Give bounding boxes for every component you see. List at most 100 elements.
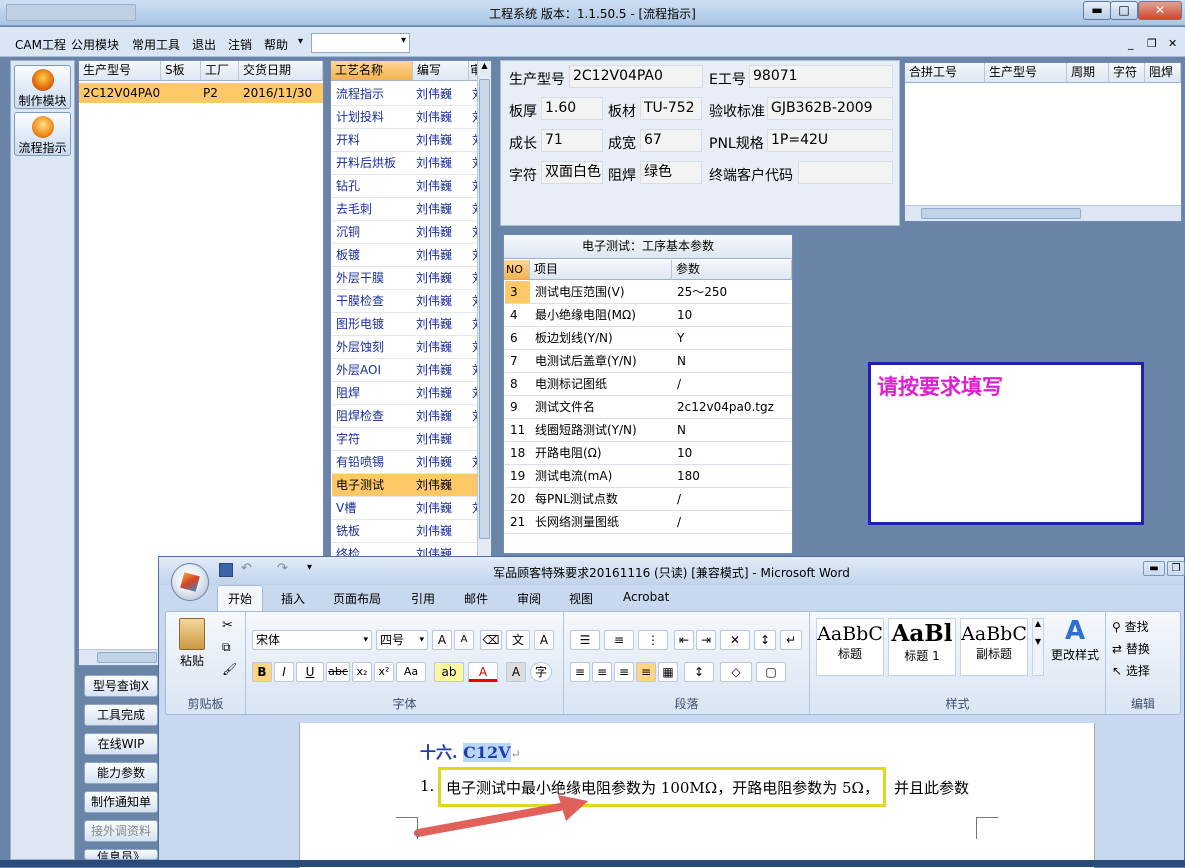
param-row[interactable]: 3 测试电压范围(V) 25～250 [505,281,791,304]
param-row[interactable]: 8 电测标记图纸 / [505,373,791,396]
col-header-s-board[interactable]: S板 [161,61,201,81]
format-painter-icon[interactable]: 🖌 [222,662,237,676]
align-center-icon[interactable]: ≡ [592,662,612,682]
find-button[interactable]: ⚲ 查找 [1112,618,1149,635]
increase-indent-icon[interactable]: ⇥ [696,630,716,650]
line-spacing-icon[interactable]: ↕ [684,662,714,682]
menu-more-chevron-icon[interactable]: ▾ [298,36,303,47]
process-row[interactable]: 电子测试 刘伟巍 [332,474,477,497]
param-row[interactable]: 9 测试文件名 2c12v04pa0.tgz [505,396,791,419]
col-header-mask[interactable]: 阻焊 [1145,63,1181,83]
process-row[interactable]: 字符 刘伟巍 [332,428,477,451]
process-row[interactable]: 铣板 刘伟巍 [332,520,477,543]
process-row[interactable]: 阻焊刘伟巍刘 [332,382,484,405]
font-color-icon[interactable]: A [468,662,498,682]
tab-acrobat[interactable]: Acrobat [623,590,669,604]
tab-mailings[interactable]: 邮件 [464,590,488,607]
decrease-indent-icon[interactable]: ⇤ [674,630,694,650]
shading-icon[interactable]: ◇ [720,662,752,682]
align-right-icon[interactable]: ≡ [614,662,634,682]
menu-combo-box[interactable] [311,33,410,53]
col-header-no[interactable]: NO [504,260,530,280]
client-code-field[interactable] [798,161,893,184]
close-button[interactable]: ✕ [1138,1,1182,20]
distribute-icon[interactable]: ▦ [658,662,678,682]
style-heading1[interactable]: AaBl 标题 1 [888,618,956,676]
cut-icon[interactable]: ✂ [222,618,233,633]
menu-public-module[interactable]: 公用模块 [71,36,119,53]
process-row[interactable]: 沉铜刘伟巍刘 [332,221,484,244]
make-notice-button[interactable]: 制作通知单 [84,791,158,813]
col-header-item[interactable]: 项目 [530,260,672,280]
param-row[interactable]: 19 测试电流(mA) 180 [505,465,791,488]
param-row[interactable]: 18 开路电阻(Ω) 10 [505,442,791,465]
enclose-char-icon[interactable]: 字 [530,662,552,682]
menu-exit[interactable]: 退出 [192,36,216,53]
asian-layout-icon[interactable]: ✕ [720,630,750,650]
styles-scroll[interactable]: ▲ ▼ [1032,618,1044,676]
maximize-button[interactable]: □ [1110,1,1138,20]
col-header-period[interactable]: 周期 [1067,63,1109,83]
process-row[interactable]: 开料后烘板刘伟巍刘 [332,152,484,175]
nav-make-module-button[interactable]: 制作模块 [14,65,71,109]
tab-home[interactable]: 开始 [217,585,264,611]
process-row[interactable]: V槽刘伟巍刘 [332,497,484,520]
col-header-delivery-date[interactable]: 交货日期 [239,61,323,81]
style-subtitle[interactable]: AaBbC 副标题 [960,618,1028,676]
process-row[interactable]: 外层AOI刘伟巍刘 [332,359,484,382]
process-row[interactable]: 开料刘伟巍刘 [332,129,484,152]
mdi-close-button[interactable]: ✕ [1168,37,1177,50]
copy-icon[interactable]: ⧉ [222,640,231,655]
replace-button[interactable]: ⇄ 替换 [1112,640,1150,657]
process-row[interactable]: 阻焊检查刘伟巍刘 [332,405,484,428]
align-left-icon[interactable]: ≡ [570,662,590,682]
phonetic-guide-icon[interactable]: 文 [506,630,530,650]
change-styles-button[interactable]: A 更改样式 [1048,616,1102,663]
justify-icon[interactable]: ≡ [636,662,656,682]
width-field[interactable]: 67 [640,129,702,152]
param-row[interactable]: 4 最小绝缘电阻(MΩ) 10 [505,304,791,327]
tab-view[interactable]: 视图 [569,590,593,607]
online-wip-button[interactable]: 在线WIP [84,733,158,755]
horizontal-scrollbar[interactable] [905,205,1181,221]
tab-references[interactable]: 引用 [411,590,435,607]
col-header-factory[interactable]: 工厂 [201,61,239,81]
select-button[interactable]: ↖ 选择 [1112,662,1150,679]
model-query-button[interactable]: 型号查询X [84,675,158,697]
nav-flow-button[interactable]: 流程指示 [14,112,71,156]
font-size-select[interactable]: 四号 ▾ [376,630,428,650]
strikethrough-icon[interactable]: abc [326,662,350,682]
italic-icon[interactable]: I [274,662,294,682]
word-restore-button[interactable]: ❐ [1167,561,1185,576]
process-row[interactable]: 钻孔刘伟巍刘 [332,175,484,198]
mask-field[interactable]: 绿色 [640,161,702,184]
process-row[interactable]: 干膜检查刘伟巍刘 [332,290,484,313]
external-data-button[interactable]: 接外调资料 [84,820,158,842]
info-officer-button[interactable]: 信息员》 [84,849,158,860]
process-row[interactable]: 有铅喷锡刘伟巍刘 [332,451,484,474]
mdi-restore-button[interactable]: ❐ [1147,37,1157,50]
multilevel-list-icon[interactable]: ⋮ [638,630,668,650]
grow-font-icon[interactable]: A [432,630,452,650]
col-header-writer[interactable]: 编写 [413,61,469,81]
highlight-icon[interactable]: ab [434,662,464,682]
menu-logout[interactable]: 注销 [228,36,252,53]
thickness-field[interactable]: 1.60 [541,97,603,120]
char-shading-icon[interactable]: A [506,662,526,682]
clear-format-icon[interactable]: ⌫ [480,630,502,650]
word-minimize-button[interactable]: ▬ [1143,561,1165,576]
show-marks-icon[interactable]: ↵ [780,630,802,650]
pnl-field[interactable]: 1P=42U [767,129,893,152]
param-row[interactable]: 21 长网络测量图纸 / [505,511,791,534]
menu-help[interactable]: 帮助 [264,36,288,53]
tab-review[interactable]: 审阅 [517,590,541,607]
col-header-merge-model[interactable]: 生产型号 [985,63,1067,83]
sort-icon[interactable]: ↕ [754,630,776,650]
capability-params-button[interactable]: 能力参数 [84,762,158,784]
superscript-icon[interactable]: x² [374,662,394,682]
style-title[interactable]: AaBbC 标题 [816,618,884,676]
param-row[interactable]: 11 线圈短路测试(Y/N) N [505,419,791,442]
process-row[interactable]: 流程指示刘伟巍刘 [332,83,484,106]
param-row[interactable]: 20 每PNL测试点数 / [505,488,791,511]
param-row[interactable]: 6 板边划线(Y/N) Y [505,327,791,350]
